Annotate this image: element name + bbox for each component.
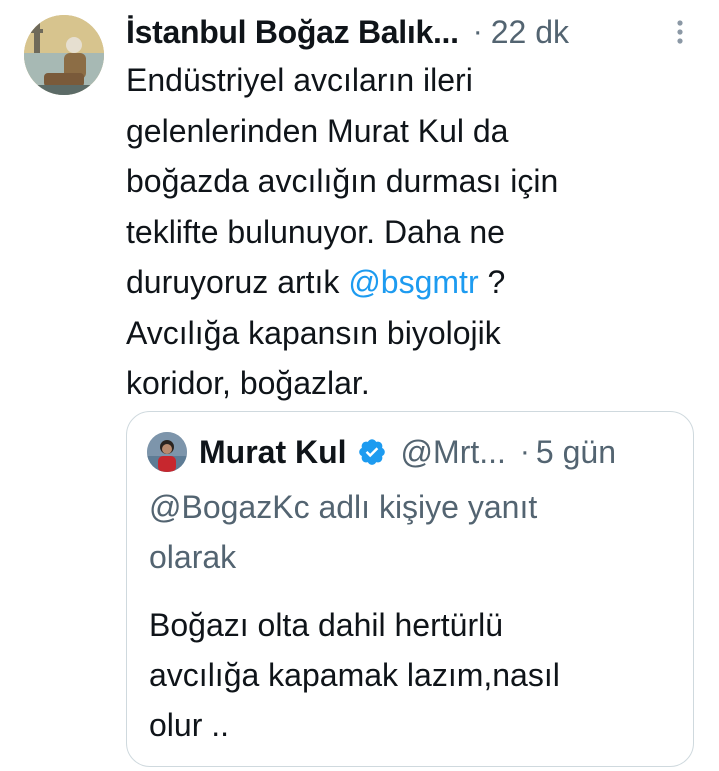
quoted-text-line: avcılığa kapamak lazım,nasıl [149, 657, 560, 693]
tweet-header: İstanbul Boğaz Balık... · 22 dk [126, 6, 686, 58]
tweet-text-line: Endüstriyel avcıların ileri [126, 62, 473, 98]
quoted-text-line: Boğazı olta dahil hertürlü [149, 607, 503, 643]
tweet-text-segment: ? [478, 264, 506, 300]
mention-link[interactable]: @bsgmtr [348, 264, 478, 300]
quoted-author-display-name[interactable]: Murat Kul [199, 434, 347, 471]
reply-context: @BogazKc adlı kişiye yanıt olarak [149, 482, 537, 582]
author-display-name[interactable]: İstanbul Boğaz Balık... [126, 14, 459, 51]
quoted-author-handle[interactable]: @Mrt... [401, 434, 506, 471]
tweet-text: Endüstriyel avcıların ileri gelenlerinde… [126, 55, 696, 409]
quoted-header-separator: · [519, 435, 530, 468]
quoted-tweet-card[interactable]: Murat Kul @Mrt... · 5 gün @BogazKc adlı … [126, 411, 694, 767]
tweet-text-line: boğazda avcılığın durması için [126, 163, 559, 199]
tweet-text-line: gelenlerinden Murat Kul da [126, 112, 509, 149]
tweet-text-line: Avcılığa kapansın biyolojik [126, 314, 501, 351]
avatar-image [24, 15, 104, 95]
verified-badge-icon [358, 439, 385, 465]
quoted-tweet-text: Boğazı olta dahil hertürlü avcılığa kapa… [149, 600, 560, 750]
tweet-text-segment: duruyoruz artık [126, 264, 349, 300]
tweet-text-line: duruyoruz artık @bsgmtr ? [126, 257, 696, 308]
quoted-avatar-image [147, 432, 187, 472]
quoted-text-line: olur .. [149, 707, 230, 743]
reply-context-line: @BogazKc adlı kişiye yanıt [149, 489, 538, 525]
reply-context-line: olarak [149, 539, 237, 575]
more-options-button[interactable] [662, 12, 698, 52]
quoted-author-avatar[interactable] [147, 432, 187, 472]
tweet-text-line: teklifte bulunuyor. Daha ne [126, 213, 505, 250]
header-separator: · [472, 15, 483, 48]
tweet-timestamp[interactable]: 22 dk [491, 14, 569, 51]
tweet-text-line: koridor, boğazlar. [126, 365, 370, 401]
more-vertical-icon [677, 20, 683, 44]
author-avatar[interactable] [24, 15, 104, 95]
quoted-tweet-header: Murat Kul @Mrt... · 5 gün [199, 428, 616, 476]
quoted-tweet-timestamp[interactable]: 5 gün [536, 434, 616, 471]
